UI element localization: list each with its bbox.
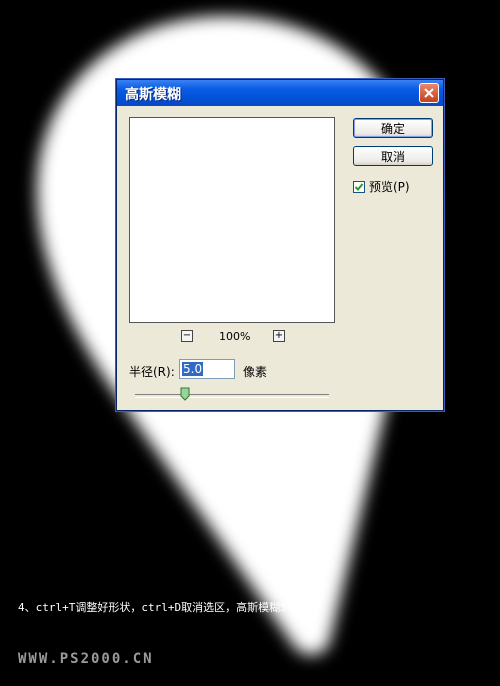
tutorial-caption: 4、ctrl+T调整好形状，ctrl+D取消选区，高斯模糊5像素: [18, 601, 309, 614]
zoom-in-button[interactable]: +: [273, 330, 285, 342]
ok-button[interactable]: 确定: [353, 118, 433, 138]
site-watermark: WWW.PS2000.CN: [18, 651, 154, 667]
radius-slider-thumb[interactable]: [180, 387, 190, 401]
dialog-titlebar[interactable]: 高斯模糊: [117, 80, 443, 106]
preview-label: 预览(P): [369, 180, 410, 194]
radius-unit: 像素: [243, 365, 268, 379]
radius-input[interactable]: 5.0: [179, 359, 235, 379]
dialog-title: 高斯模糊: [125, 87, 181, 103]
zoom-level: 100%: [219, 330, 251, 343]
gaussian-blur-dialog: 高斯模糊 确定 取消 预览(P) − 100% + 半径(R): 5.0 像素: [116, 79, 444, 411]
checkmark-icon: [354, 182, 364, 191]
preview-area[interactable]: [129, 117, 335, 323]
preview-option[interactable]: 预览(P): [353, 178, 410, 195]
preview-checkbox[interactable]: [353, 180, 365, 193]
close-icon: [424, 88, 434, 98]
radius-slider-track[interactable]: [135, 394, 329, 398]
close-button[interactable]: [419, 83, 439, 103]
cancel-button[interactable]: 取消: [353, 146, 433, 166]
zoom-out-button[interactable]: −: [181, 330, 193, 342]
radius-value: 5.0: [182, 362, 204, 376]
radius-label: 半径(R):: [129, 365, 175, 379]
